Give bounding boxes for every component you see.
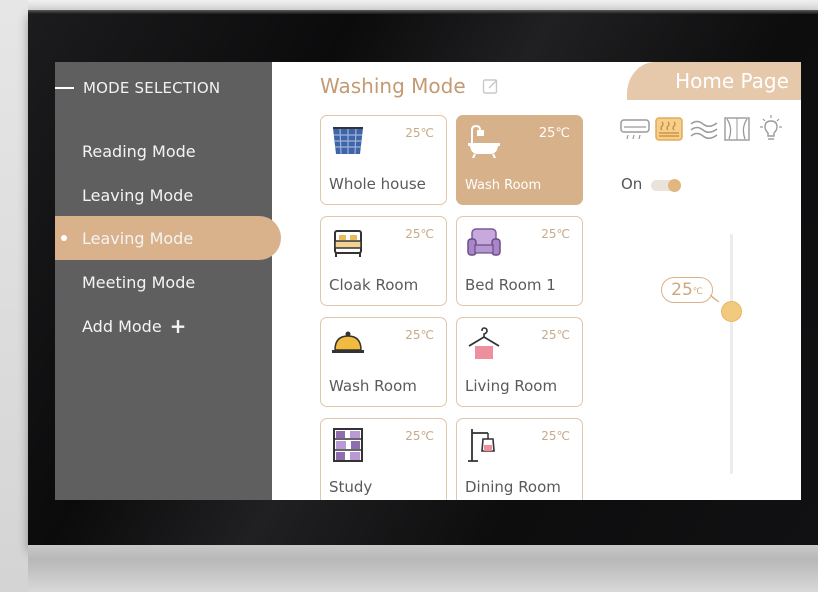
room-name: Cloak Room — [329, 276, 419, 294]
temperature-slider-track[interactable] — [730, 234, 733, 474]
room-name: Living Room — [465, 377, 558, 395]
bookshelf-icon — [333, 428, 363, 462]
bathtub-icon — [468, 124, 500, 159]
home-page-button[interactable]: Home Page — [627, 62, 801, 100]
sidebar-title: MODE SELECTION — [83, 79, 221, 97]
room-temperature: 25℃ — [541, 328, 570, 342]
temperature-bubble: 25 ℃ — [661, 277, 713, 303]
room-name: Whole house — [329, 175, 426, 193]
room-card-living-room[interactable]: 25℃ Living Room — [456, 317, 583, 407]
mode-item-meeting[interactable]: Meeting Mode — [55, 260, 281, 304]
mode-item-reading[interactable]: Reading Mode — [55, 129, 281, 173]
device-base — [28, 545, 818, 592]
room-card-wash-room-2[interactable]: 25℃ Wash Room — [320, 317, 447, 407]
room-card-wash-room[interactable]: 25℃ Wash Room — [456, 115, 583, 205]
temperature-value: 25 — [671, 280, 693, 300]
mode-sidebar: MODE SELECTION Reading Mode Leaving Mode… — [55, 62, 281, 500]
temperature-unit: ℃ — [692, 287, 703, 297]
sidebar-header: MODE SELECTION — [55, 76, 272, 100]
room-temperature: 25℃ — [405, 126, 434, 140]
mode-item-leaving[interactable]: Leaving Mode — [55, 173, 281, 217]
mode-item-label: Leaving Mode — [82, 228, 194, 248]
ventilation-icon[interactable] — [688, 114, 720, 144]
selected-dot-icon — [61, 235, 67, 241]
window-icon — [333, 127, 363, 155]
dash-icon — [55, 87, 74, 89]
edit-icon[interactable] — [482, 77, 500, 95]
air-conditioner-icon[interactable] — [619, 114, 651, 144]
mode-item-label: Reading Mode — [82, 141, 196, 161]
mode-item-label: Leaving Mode — [82, 185, 194, 205]
room-name: Study — [329, 478, 373, 496]
armchair-icon — [467, 228, 501, 256]
room-name: Dining Room — [465, 478, 561, 496]
curtain-icon[interactable] — [722, 114, 752, 144]
room-temperature: 25℃ — [541, 429, 570, 443]
hanger-icon — [468, 327, 500, 359]
light-bulb-icon[interactable] — [756, 114, 786, 144]
toggle-knob — [668, 179, 681, 192]
room-card-cloak-room[interactable]: 25℃ Cloak Room — [320, 216, 447, 306]
room-card-whole-house[interactable]: 25℃ Whole house — [320, 115, 447, 205]
floor-lamp-icon — [468, 429, 495, 462]
mode-item-label: Add Mode — [82, 316, 162, 336]
room-name: Bed Room 1 — [465, 276, 556, 294]
room-name: Wash Room — [465, 178, 542, 193]
room-name: Wash Room — [329, 377, 417, 395]
mode-item-label: Meeting Mode — [82, 272, 196, 292]
power-label: On — [621, 175, 643, 193]
mode-title: Washing Mode — [320, 74, 500, 98]
bubble-tail — [710, 295, 720, 303]
room-card-bed-room-1[interactable]: 25℃ Bed Room 1 — [456, 216, 583, 306]
cloche-icon — [332, 331, 364, 353]
room-temperature: 25℃ — [405, 227, 434, 241]
power-toggle[interactable] — [651, 179, 681, 192]
room-temperature: 25℃ — [405, 328, 434, 342]
room-temperature: 25℃ — [538, 126, 570, 141]
room-card-study[interactable]: 25℃ Study — [320, 418, 447, 500]
bed-icon — [334, 230, 362, 257]
floor-heating-icon[interactable] — [653, 114, 685, 144]
touch-screen: MODE SELECTION Reading Mode Leaving Mode… — [55, 62, 801, 500]
home-page-label: Home Page — [675, 69, 789, 93]
temperature-slider-knob[interactable] — [721, 301, 742, 322]
mode-item-leaving-selected[interactable]: Leaving Mode — [55, 216, 281, 260]
add-mode-button[interactable]: Add Mode + — [55, 304, 281, 348]
room-card-dining-room[interactable]: 25℃ Dining Room — [456, 418, 583, 500]
room-temperature: 25℃ — [541, 227, 570, 241]
page-title: Washing Mode — [320, 74, 466, 98]
plus-icon: + — [169, 314, 187, 338]
room-temperature: 25℃ — [405, 429, 434, 443]
